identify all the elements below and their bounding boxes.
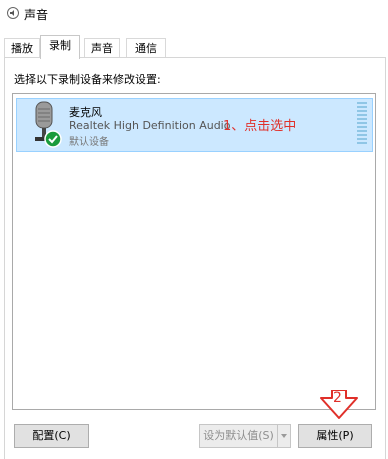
tab-communications[interactable]: 通信 [126,38,166,58]
device-driver: Realtek High Definition Audio [69,119,231,132]
window-title: 声音 [24,8,49,22]
device-list[interactable]: 麦克风 Realtek High Definition Audio 默认设备 1… [12,93,376,410]
set-default-dropdown [277,424,291,448]
device-status: 默认设备 [69,137,109,148]
set-default-button: 设为默认值(S) [199,424,278,448]
tab-playback[interactable]: 播放 [4,38,40,58]
chevron-down-icon [281,434,287,438]
tab-sounds[interactable]: 声音 [84,38,120,58]
properties-button[interactable]: 属性(P) [298,424,372,448]
device-item-microphone[interactable]: 麦克风 Realtek High Definition Audio 默认设备 1… [16,98,373,152]
configure-button[interactable]: 配置(C) [14,424,89,448]
annotation-step2: 2 [333,390,342,406]
check-icon [44,130,62,148]
level-meter [357,102,367,146]
device-name: 麦克风 [69,106,102,119]
tab-recording[interactable]: 录制 [40,35,80,59]
speaker-icon [7,7,19,19]
annotation-step1: 1、点击选中 [223,119,297,134]
instruction-text: 选择以下录制设备来修改设置: [14,73,161,86]
title-bar: 声音 [0,0,388,28]
microphone-icon [35,101,62,148]
